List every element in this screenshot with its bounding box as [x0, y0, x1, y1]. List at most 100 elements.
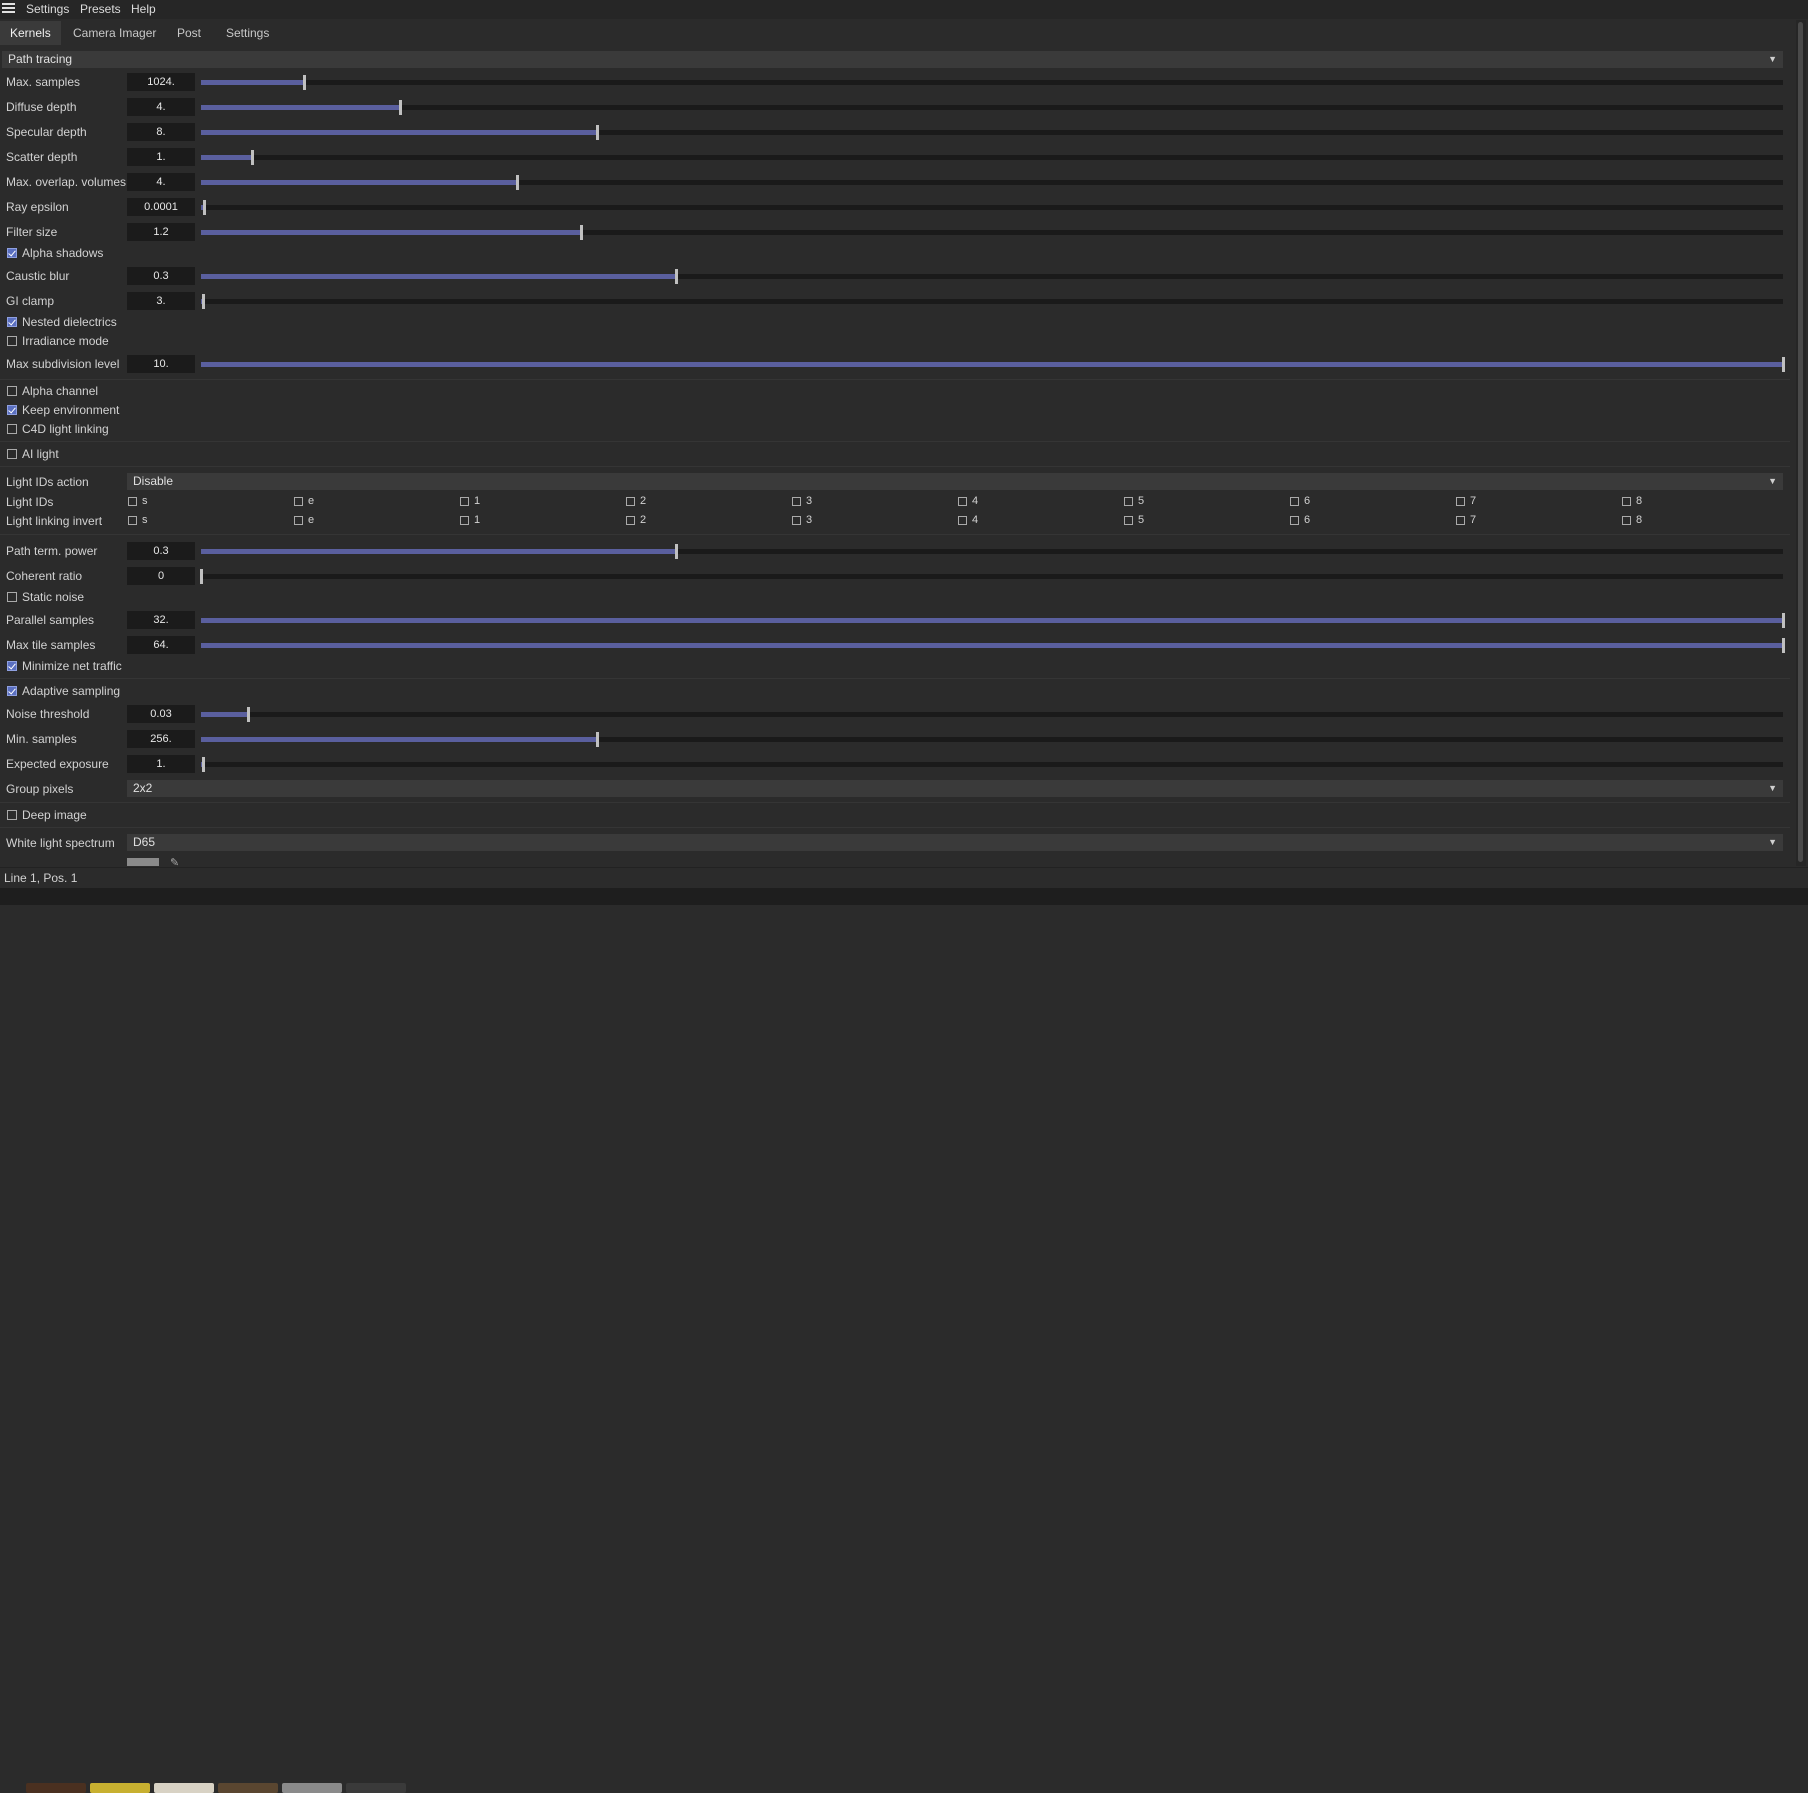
max-overlap-volumes-slider[interactable] — [201, 175, 1783, 190]
parallel-samples-input[interactable]: 32. — [127, 611, 195, 629]
min-samples-input[interactable]: 256. — [127, 730, 195, 748]
color-swatch[interactable] — [127, 858, 159, 866]
min-samples-slider-handle[interactable] — [595, 732, 599, 747]
checkbox[interactable] — [792, 516, 801, 525]
c4d-light-linking-checkbox[interactable] — [7, 424, 17, 434]
max-tile-samples-slider[interactable] — [201, 638, 1785, 653]
nested-dielectrics-checkbox[interactable] — [7, 317, 17, 327]
specular-depth-slider[interactable] — [201, 125, 1783, 140]
scatter-depth-input[interactable]: 1. — [127, 148, 195, 166]
gi-clamp-input[interactable]: 3. — [127, 292, 195, 310]
material-thumbnail[interactable] — [90, 1783, 150, 1793]
material-thumbnail[interactable] — [346, 1783, 406, 1793]
parallel-samples-slider-handle[interactable] — [1782, 613, 1785, 628]
checkbox[interactable] — [958, 497, 967, 506]
checkbox[interactable] — [460, 497, 469, 506]
hamburger-menu-icon[interactable] — [2, 3, 15, 14]
max-overlap-volumes-slider-handle[interactable] — [516, 175, 520, 190]
filter-size-slider-handle[interactable] — [579, 225, 583, 240]
kernel-type-dropdown[interactable]: Path tracing ▼ — [2, 51, 1783, 68]
checkbox[interactable] — [958, 516, 967, 525]
caustic-blur-slider[interactable] — [201, 269, 1783, 284]
ray-epsilon-slider-handle[interactable] — [203, 200, 207, 215]
ai-light-checkbox[interactable] — [7, 449, 17, 459]
gi-clamp-slider-handle[interactable] — [201, 294, 205, 309]
filter-size-input[interactable]: 1.2 — [127, 223, 195, 241]
menu-help[interactable]: Help — [131, 2, 156, 16]
diffuse-depth-input[interactable]: 4. — [127, 98, 195, 116]
filter-size-slider[interactable] — [201, 225, 1783, 240]
max-subdivision-slider[interactable] — [201, 357, 1785, 372]
group-pixels-dropdown[interactable]: 2x2 ▼ — [127, 780, 1783, 797]
eyedropper-icon[interactable]: ✎ — [170, 856, 179, 866]
alpha-channel-checkbox[interactable] — [7, 386, 17, 396]
checkbox[interactable] — [460, 516, 469, 525]
checkbox[interactable] — [1456, 497, 1465, 506]
menu-settings[interactable]: Settings — [26, 2, 69, 16]
minimize-net-traffic-checkbox[interactable] — [7, 661, 17, 671]
adaptive-sampling-checkbox[interactable] — [7, 686, 17, 696]
scrollbar-thumb[interactable] — [1798, 22, 1803, 862]
max-tile-samples-slider-handle[interactable] — [1782, 638, 1785, 653]
checkbox[interactable] — [1124, 497, 1133, 506]
material-thumbnail[interactable] — [282, 1783, 342, 1793]
coherent-ratio-slider[interactable] — [200, 569, 1783, 584]
scatter-depth-slider-handle[interactable] — [250, 150, 254, 165]
coherent-ratio-input[interactable]: 0 — [127, 567, 195, 585]
checkbox[interactable] — [626, 516, 635, 525]
ray-epsilon-input[interactable]: 0.0001 — [127, 198, 195, 216]
checkbox[interactable] — [792, 497, 801, 506]
menu-presets[interactable]: Presets — [80, 2, 121, 16]
checkbox[interactable] — [1124, 516, 1133, 525]
max-subdivision-input[interactable]: 10. — [127, 355, 195, 373]
coherent-ratio-slider-handle[interactable] — [200, 569, 203, 584]
scatter-depth-slider[interactable] — [201, 150, 1783, 165]
specular-depth-input[interactable]: 8. — [127, 123, 195, 141]
gi-clamp-slider[interactable] — [201, 294, 1783, 309]
tab-kernels[interactable]: Kernels — [0, 21, 61, 45]
diffuse-depth-slider[interactable] — [201, 100, 1783, 115]
caustic-blur-input[interactable]: 0.3 — [127, 267, 195, 285]
material-thumbnail[interactable] — [154, 1783, 214, 1793]
checkbox[interactable] — [128, 516, 137, 525]
noise-threshold-slider-handle[interactable] — [247, 707, 251, 722]
specular-depth-slider-handle[interactable] — [595, 125, 599, 140]
max-overlap-volumes-input[interactable]: 4. — [127, 173, 195, 191]
expected-exposure-slider[interactable] — [201, 757, 1783, 772]
max-samples-slider-handle[interactable] — [302, 75, 306, 90]
checkbox[interactable] — [626, 497, 635, 506]
diffuse-depth-slider-handle[interactable] — [399, 100, 403, 115]
expected-exposure-input[interactable]: 1. — [127, 755, 195, 773]
alpha-shadows-checkbox[interactable] — [7, 248, 17, 258]
expected-exposure-slider-handle[interactable] — [201, 757, 205, 772]
caustic-blur-slider-handle[interactable] — [674, 269, 678, 284]
irradiance-mode-checkbox[interactable] — [7, 336, 17, 346]
static-noise-checkbox[interactable] — [7, 592, 17, 602]
tab-camera-imager[interactable]: Camera Imager — [63, 21, 166, 45]
tab-settings[interactable]: Settings — [216, 21, 279, 45]
checkbox[interactable] — [1622, 516, 1631, 525]
material-thumbnail[interactable] — [218, 1783, 278, 1793]
parallel-samples-slider[interactable] — [201, 613, 1785, 628]
ray-epsilon-slider[interactable] — [201, 200, 1783, 215]
checkbox[interactable] — [1622, 497, 1631, 506]
deep-image-checkbox[interactable] — [7, 810, 17, 820]
noise-threshold-input[interactable]: 0.03 — [127, 705, 195, 723]
max-subdivision-slider-handle[interactable] — [1782, 357, 1785, 372]
tab-post[interactable]: Post — [167, 21, 211, 45]
checkbox[interactable] — [1290, 516, 1299, 525]
checkbox[interactable] — [1290, 497, 1299, 506]
checkbox[interactable] — [128, 497, 137, 506]
checkbox[interactable] — [1456, 516, 1465, 525]
light-ids-action-dropdown[interactable]: Disable ▼ — [127, 473, 1783, 490]
path-term-power-slider-handle[interactable] — [674, 544, 678, 559]
keep-environment-checkbox[interactable] — [7, 405, 17, 415]
path-term-power-input[interactable]: 0.3 — [127, 542, 195, 560]
material-thumbnail[interactable] — [26, 1783, 86, 1793]
max-tile-samples-input[interactable]: 64. — [127, 636, 195, 654]
max-samples-input[interactable]: 1024. — [127, 73, 195, 91]
checkbox[interactable] — [294, 497, 303, 506]
max-samples-slider[interactable] — [201, 75, 1783, 90]
min-samples-slider[interactable] — [201, 732, 1783, 747]
noise-threshold-slider[interactable] — [201, 707, 1783, 722]
